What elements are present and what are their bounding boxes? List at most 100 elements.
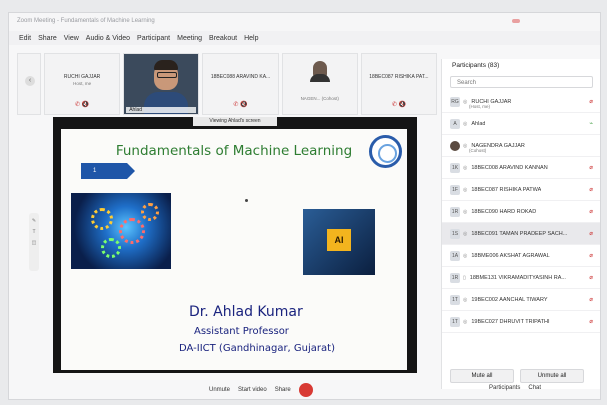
avatar (450, 140, 460, 151)
menu-breakout[interactable]: Breakout (209, 35, 237, 42)
participant-row[interactable]: 1K ◎ 18BEC008 ARAVIND KANNAN ⌀ (442, 157, 600, 179)
participants-panel: Participants (83) Search RG ◎ RUCHI GAJJ… (441, 59, 600, 389)
participant-row[interactable]: RG ◎ RUCHI GAJJAR (Host, me) ⌀ (442, 91, 600, 113)
participant-name: Ahlad (471, 120, 486, 127)
eraser-icon[interactable]: ◫ (29, 240, 39, 246)
participant-row[interactable]: 1S ◎ 18BEC091 TAMAN PRADEEP SACH... ⌀ (442, 223, 600, 245)
participant-name: 18BEC087 RISHIKA PATWA (471, 186, 542, 193)
tile-role: Host, me (73, 81, 92, 86)
pen-icon[interactable]: ✎ (29, 218, 39, 224)
participants-actions: Mute all Unmute all (450, 369, 584, 383)
recording-indicator (512, 19, 520, 23)
menu-help[interactable]: Help (244, 35, 258, 42)
menu-share[interactable]: Share (38, 35, 57, 42)
video-icon: ◎ (463, 164, 468, 171)
avatar: RG (450, 96, 460, 107)
participant-name: 18BEC008 ARAVIND KANNAN (471, 164, 548, 171)
video-person-glasses (157, 72, 178, 78)
ai-chip-icon: AI (327, 229, 351, 251)
avatar: 1F (450, 184, 460, 195)
menu-edit[interactable]: Edit (19, 35, 31, 42)
video-icon: ◎ (463, 186, 468, 193)
participant-row[interactable]: 1A ◎ 18BME006 AKSHAT AGRAWAL ⌀ (442, 245, 600, 267)
participant-tile[interactable]: RUCHI GAJJAR Host, me ✆ 🔇 (44, 53, 121, 115)
tile-name: Ahlad (126, 107, 197, 113)
participant-tile[interactable]: 18BEC088 ARAVIND KA... ✆ 🔇 (202, 53, 279, 115)
video-icon: ◎ (463, 142, 468, 149)
participant-name: 18BME006 AKSHAT AGRAWAL (471, 252, 550, 259)
share-button[interactable]: Share (275, 387, 291, 393)
participant-row[interactable]: 1R ▯ 18BME131 VIKRAMADITYASINH RA... ⌀ (442, 267, 600, 289)
participant-row[interactable]: ◎ NAGENDRA GAJJAR (Cohost) (442, 135, 600, 157)
end-meeting-button[interactable] (298, 383, 313, 397)
title-strip: Zoom Meeting - Fundamentals of Machine L… (9, 13, 600, 31)
gallery-prev-button[interactable]: ‹ (17, 53, 41, 115)
mic-muted-icon: ✆ 🔇 (75, 102, 90, 108)
participant-video-tile[interactable]: Ahlad (123, 53, 200, 115)
menu-bar: Edit Share View Audio & Video Participan… (9, 31, 600, 45)
mic-muted-icon: ⌀ (589, 165, 593, 171)
avatar: 1K (450, 162, 460, 173)
presenter-role: Assistant Professor (194, 326, 289, 337)
participant-name: 18BME131 VIKRAMADITYASINH RA... (469, 274, 566, 281)
unmute-button[interactable]: Unmute (209, 387, 230, 393)
mic-muted-icon: ⌀ (589, 99, 593, 105)
annotation-toolbar[interactable]: ✎ T ◫ (29, 213, 39, 271)
tile-name: 18BEC087 RISHIKA PAT... (369, 74, 429, 80)
participant-name: 18BEC091 TAMAN PRADEEP SACH... (471, 230, 568, 237)
viewing-banner: Viewing Ahlad's screen (193, 117, 277, 126)
avatar: 1T (450, 316, 460, 327)
avatar: A (450, 118, 460, 129)
mic-muted-icon: ⌀ (589, 297, 593, 303)
brain-gears-image (71, 193, 171, 269)
video-person-hair (154, 60, 179, 70)
meeting-controls: Unmute Start video Share (209, 381, 429, 399)
mic-muted-icon: ⌀ (589, 275, 593, 281)
participant-row[interactable]: 1T ◎ 19BEC027 DHRUVIT TRIPATHI ⌀ (442, 311, 600, 333)
participants-toggle-button[interactable]: Participants (489, 385, 520, 391)
gear-icon (91, 208, 113, 230)
start-video-button[interactable]: Start video (238, 387, 267, 393)
menu-meeting[interactable]: Meeting (177, 35, 202, 42)
slide-number: 1 (81, 163, 135, 179)
gear-icon (119, 218, 145, 244)
avatar: 1R (450, 272, 460, 283)
panel-toggles: Participants Chat (489, 385, 541, 391)
video-icon: ◎ (463, 98, 468, 105)
text-icon[interactable]: T (29, 229, 39, 235)
video-icon: ◎ (463, 230, 468, 237)
avatar: 1A (450, 250, 460, 261)
participant-row[interactable]: 1T ◎ 19BEC002 AANCHAL TIWARY ⌀ (442, 289, 600, 311)
mute-all-button[interactable]: Mute all (450, 369, 514, 383)
tile-name: NAGEN... (Cohost) (300, 96, 339, 101)
participant-tile[interactable]: 18BEC087 RISHIKA PAT... ✆ 🔇 (360, 53, 438, 115)
participant-name: 18BEC090 HARD ROKAD (471, 208, 537, 215)
gear-icon (141, 203, 159, 221)
participant-row[interactable]: A ◎ Ahlad ⌁ (442, 113, 600, 135)
tile-name: RUCHI GAJJAR (63, 74, 101, 80)
avatar: 1S (450, 228, 460, 239)
participant-row[interactable]: 1R ◎ 18BEC090 HARD ROKAD ⌀ (442, 201, 600, 223)
phone-icon: ▯ (463, 274, 466, 281)
participant-tile[interactable]: NAGEN... (Cohost) (281, 53, 358, 115)
participant-search-input[interactable]: Search (450, 76, 593, 88)
participants-header: Participants (83) (452, 62, 500, 69)
menu-audio-video[interactable]: Audio & Video (86, 35, 130, 42)
presenter-name: Dr. Ahlad Kumar (189, 304, 303, 320)
mic-muted-icon: ⌀ (589, 187, 593, 193)
chat-toggle-button[interactable]: Chat (528, 385, 541, 391)
gear-icon (101, 238, 121, 258)
zoom-window: Zoom Meeting - Fundamentals of Machine L… (8, 12, 601, 400)
mic-muted-icon: ⌀ (589, 209, 593, 215)
screen-share-view[interactable]: Viewing Ahlad's screen Fundamentals of M… (53, 117, 417, 373)
participant-row[interactable]: 1F ◎ 18BEC087 RISHIKA PATWA ⌀ (442, 179, 600, 201)
video-icon: ◎ (463, 252, 468, 259)
unmute-all-button[interactable]: Unmute all (520, 369, 584, 383)
institute-logo (369, 135, 402, 168)
mic-muted-icon: ⌀ (589, 319, 593, 325)
avatar: 1T (450, 294, 460, 305)
menu-view[interactable]: View (64, 35, 79, 42)
participant-role: (Cohost) (469, 148, 487, 153)
video-icon: ◎ (463, 318, 468, 325)
menu-participant[interactable]: Participant (137, 35, 170, 42)
